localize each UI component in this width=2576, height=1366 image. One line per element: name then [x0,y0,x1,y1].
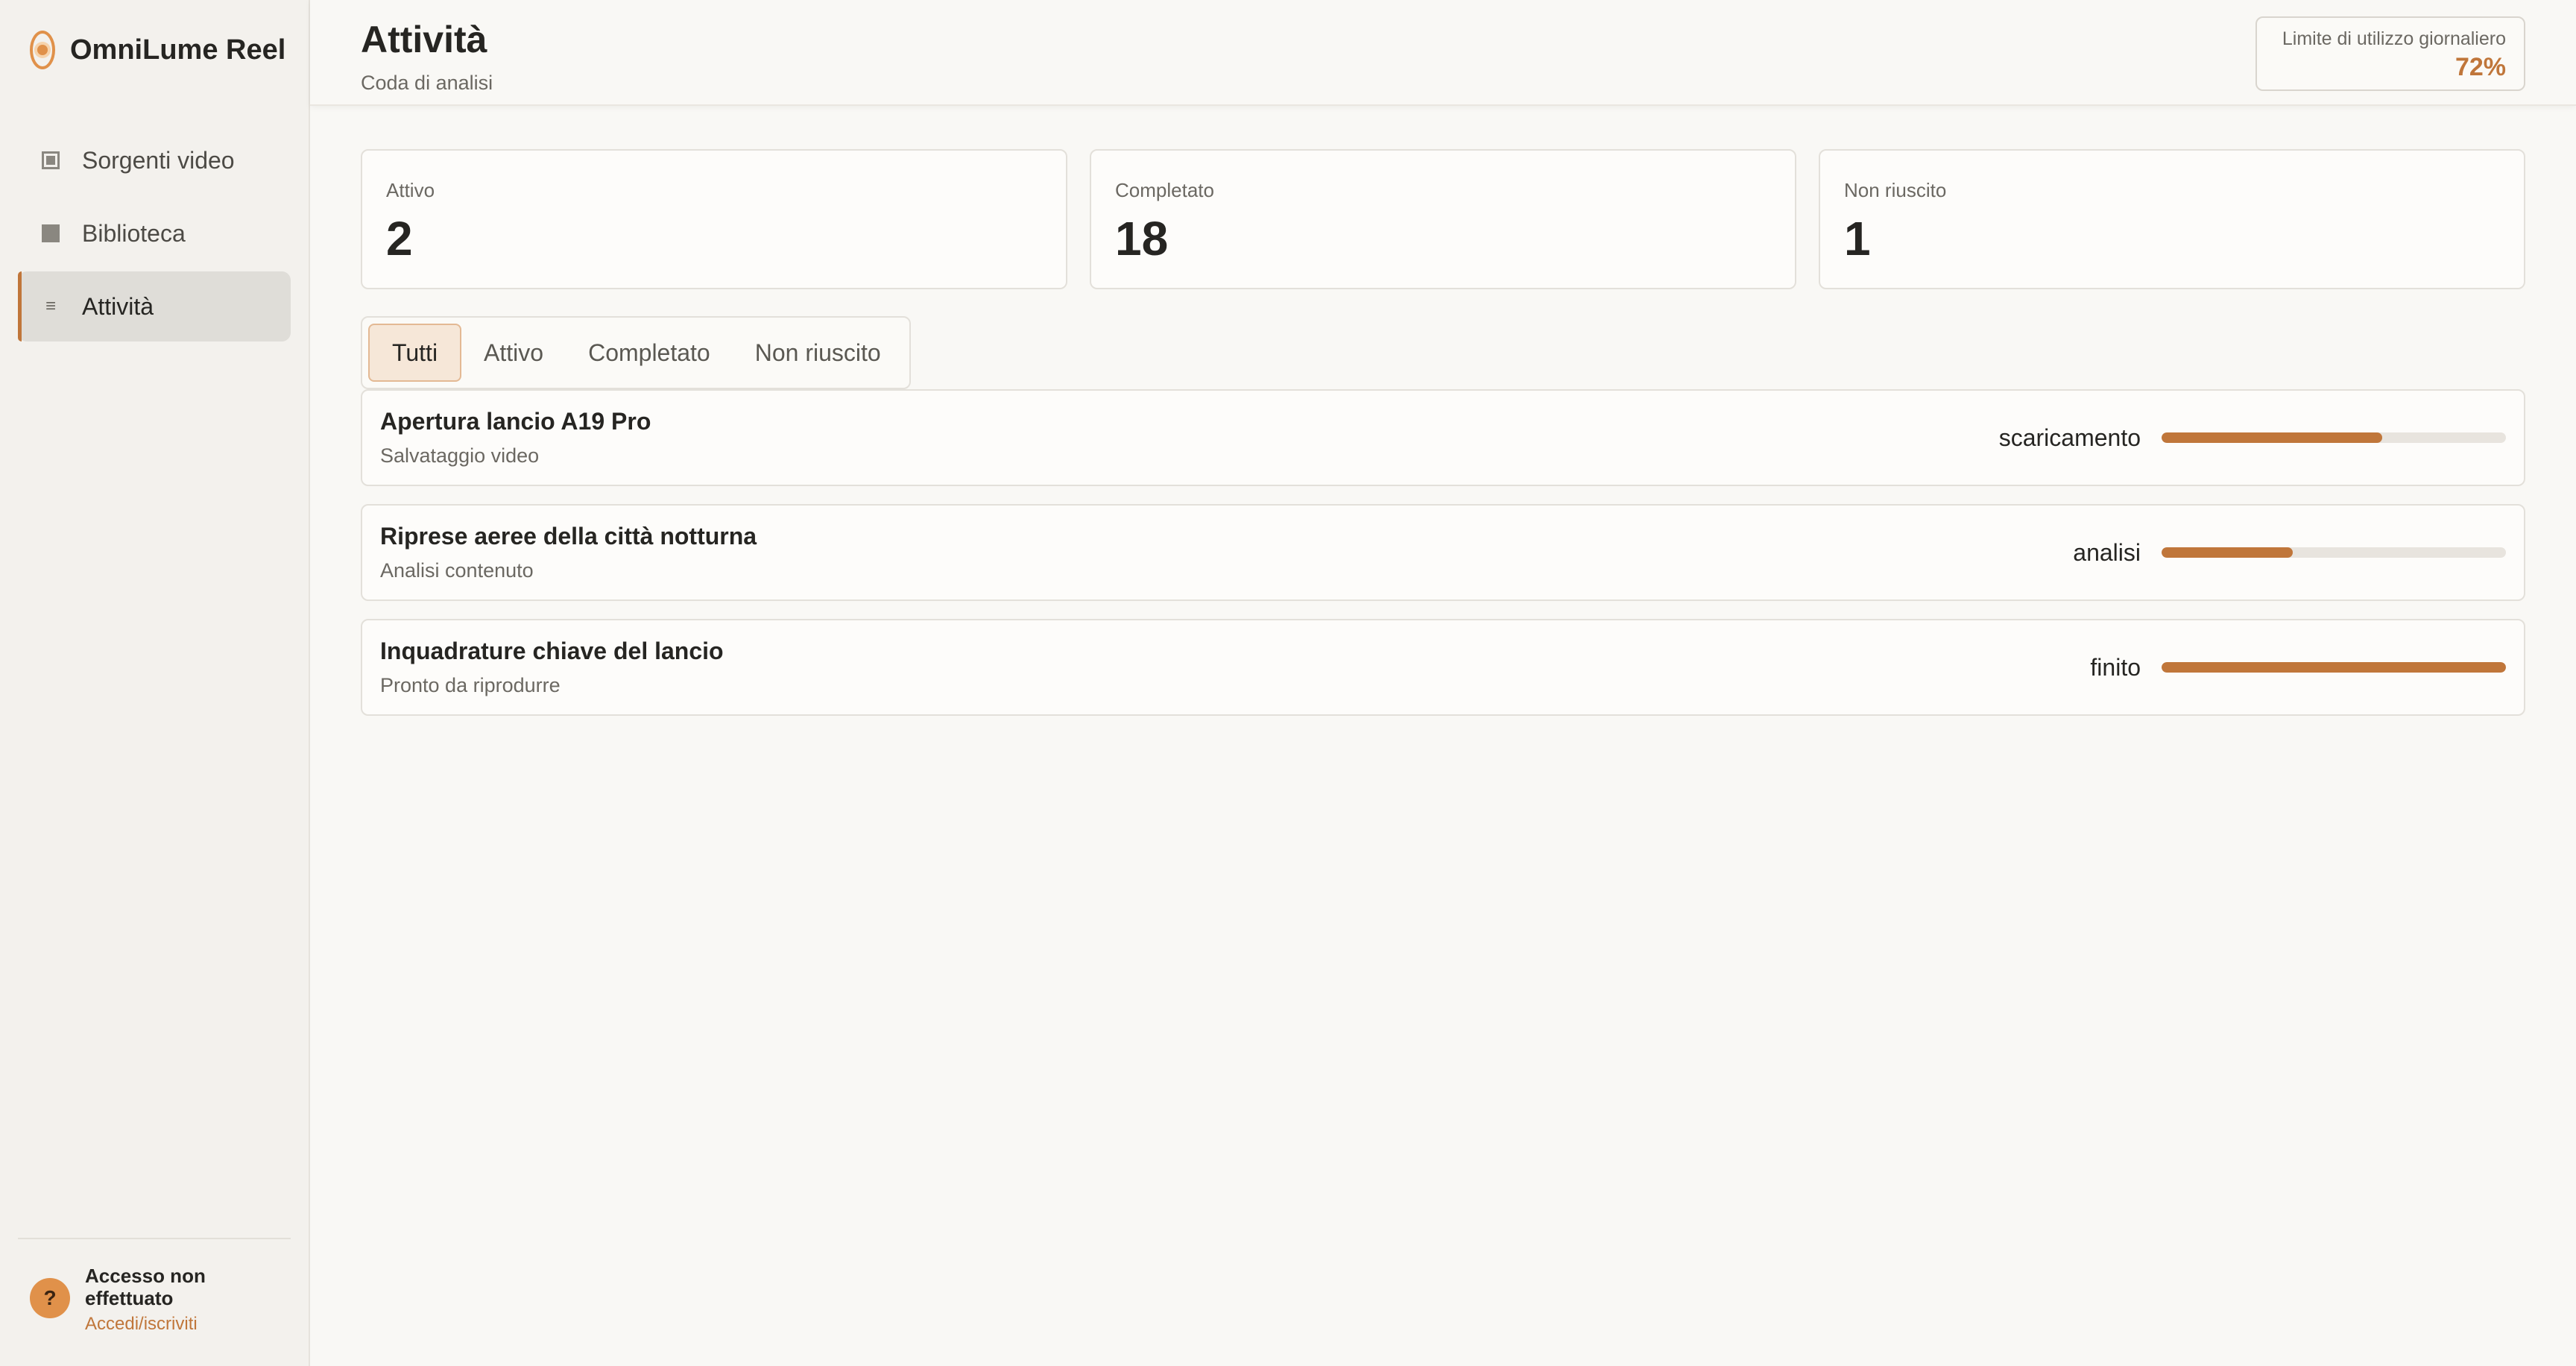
page-title: Attività [361,19,487,60]
video-source-icon [42,151,60,169]
task-row[interactable]: Apertura lancio A19 Pro Salvataggio vide… [361,389,2525,486]
sidebar-nav: Sorgenti video Biblioteca ≡ Attività [0,125,309,342]
usage-limit-value: 72% [2455,53,2506,81]
library-icon [42,224,60,242]
task-subtitle: Pronto da riprodurre [380,674,561,696]
user-text: Accesso non effettuato Accedi/iscriviti [85,1265,256,1335]
tab-active[interactable]: Attivo [461,324,566,382]
stat-label: Completato [1115,179,1214,201]
task-progress-area: finito [2090,654,2506,682]
progress-bar [2162,432,2506,443]
sidebar-item-video-sources[interactable]: Sorgenti video [18,125,291,195]
stat-label: Attivo [386,179,435,201]
sidebar: OmniLume Reel Sorgenti video Biblioteca … [0,0,310,1366]
task-info: Riprese aeree della città notturna Anali… [380,523,757,582]
filter-tabs: Tutti Attivo Completato Non riuscito [361,316,911,389]
task-status: scaricamento [1998,424,2141,451]
stat-label: Non riuscito [1844,179,1947,201]
tab-failed[interactable]: Non riuscito [733,324,903,382]
login-link[interactable]: Accedi/iscriviti [85,1314,256,1335]
task-progress-area: scaricamento [1999,424,2506,452]
progress-bar [2162,547,2506,558]
task-subtitle: Salvataggio video [380,444,540,467]
sidebar-item-label: Sorgenti video [82,146,235,174]
page-subtitle: Coda di analisi [361,72,493,94]
stat-card-completed: Completato 18 [1090,149,1796,289]
task-list: Apertura lancio A19 Pro Salvataggio vide… [361,389,2525,716]
usage-limit-box: Limite di utilizzo giornaliero 72% [2255,16,2525,91]
stat-value: 1 [1844,212,1871,265]
login-status: Accesso non effettuato [85,1265,206,1309]
sidebar-item-label: Attività [82,292,154,320]
topbar: Attività Coda di analisi Limite di utili… [310,0,2576,106]
task-info: Apertura lancio A19 Pro Salvataggio vide… [380,408,651,468]
task-info: Inquadrature chiave del lancio Pronto da… [380,638,724,697]
sidebar-divider [18,1238,291,1239]
stats-row: Attivo 2 Completato 18 Non riuscito 1 [361,149,2525,289]
task-row[interactable]: Riprese aeree della città notturna Anali… [361,504,2525,601]
tab-completed[interactable]: Completato [566,324,733,382]
app-logo-icon [30,31,55,69]
progress-bar [2162,662,2506,673]
task-row[interactable]: Inquadrature chiave del lancio Pronto da… [361,619,2525,716]
task-subtitle: Analisi contenuto [380,559,534,582]
tab-all[interactable]: Tutti [368,324,462,382]
task-title: Riprese aeree della città notturna [380,523,757,550]
brand[interactable]: OmniLume Reel [0,0,309,100]
task-status: finito [2090,653,2141,681]
task-status: analisi [2073,538,2141,566]
stat-value: 18 [1115,212,1169,265]
sidebar-item-activity[interactable]: ≡ Attività [18,271,291,342]
content: Attivo 2 Completato 18 Non riuscito 1 Tu… [310,106,2576,716]
main-area: Attività Coda di analisi Limite di utili… [310,0,2576,1366]
progress-fill [2162,432,2382,443]
stat-value: 2 [386,212,413,265]
stat-card-failed: Non riuscito 1 [1819,149,2525,289]
task-title: Inquadrature chiave del lancio [380,638,724,664]
task-title: Apertura lancio A19 Pro [380,408,651,435]
user-area: ? Accesso non effettuato Accedi/iscrivit… [30,1265,256,1335]
stat-card-active: Attivo 2 [361,149,1067,289]
app-root: OmniLume Reel Sorgenti video Biblioteca … [0,0,2576,1366]
sidebar-item-label: Biblioteca [82,219,186,247]
avatar[interactable]: ? [30,1278,70,1318]
app-name: OmniLume Reel [70,34,286,66]
usage-limit-label: Limite di utilizzo giornaliero [2282,28,2506,49]
task-progress-area: analisi [2073,539,2506,567]
sidebar-item-library[interactable]: Biblioteca [18,198,291,268]
list-icon: ≡ [45,296,56,316]
progress-fill [2162,662,2506,673]
progress-fill [2162,547,2293,558]
